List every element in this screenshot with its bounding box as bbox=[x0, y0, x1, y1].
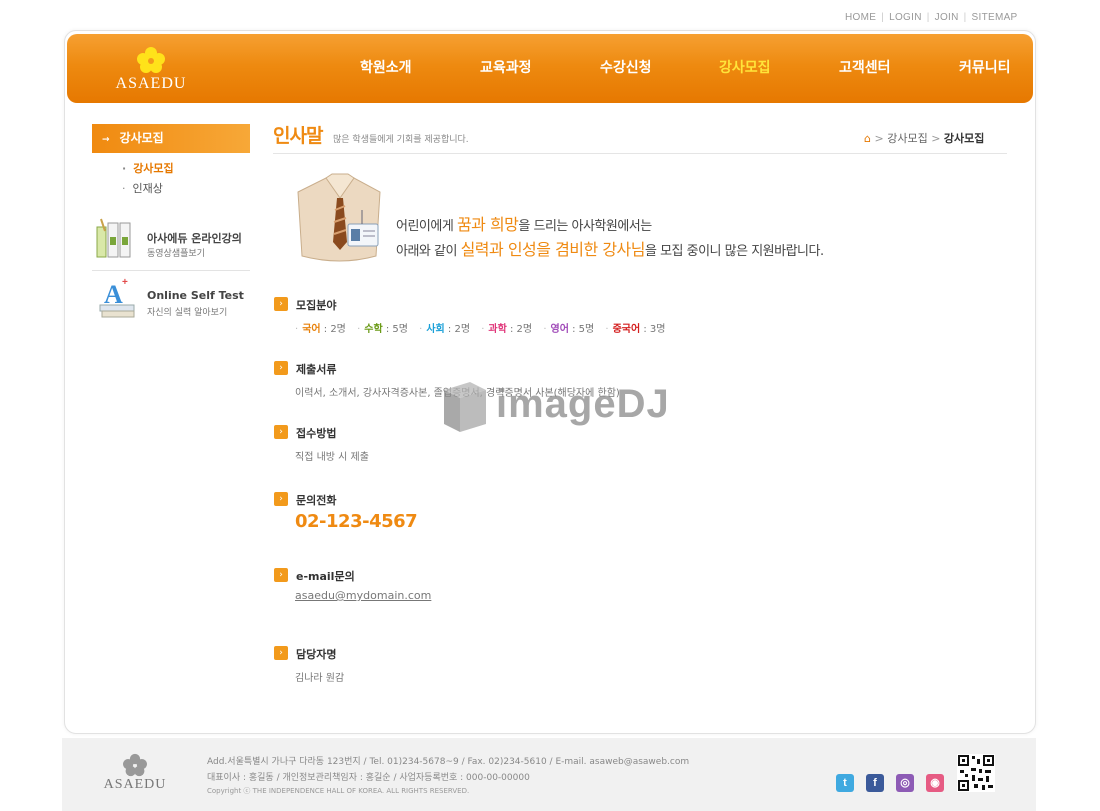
utility-nav: HOME | LOGIN | JOIN | SITEMAP bbox=[845, 12, 1018, 23]
watermark-cube-icon bbox=[444, 382, 486, 432]
section-title-manager: 담당자명 bbox=[296, 648, 337, 661]
books-icon bbox=[96, 218, 131, 258]
arrow-bullet-icon: › bbox=[274, 361, 288, 375]
svg-text:+: + bbox=[122, 277, 128, 288]
contact-email-link[interactable]: asaedu@mydomain.com bbox=[295, 589, 431, 602]
sidebar-item-talent[interactable]: · 인재상 bbox=[122, 180, 163, 196]
footer-company-info: 대표이사 : 홍길동 / 개인정보관리책임자 : 홍길순 / 사업자등록번호 :… bbox=[207, 773, 530, 783]
site-logo[interactable]: ASAEDU bbox=[115, 46, 187, 93]
join-link[interactable]: JOIN bbox=[935, 12, 959, 23]
arrow-bullet-icon: › bbox=[274, 297, 288, 311]
arrow-right-icon: → bbox=[102, 135, 110, 145]
section-body-manager: 김나라 원감 bbox=[295, 673, 345, 684]
footer-logo: ASAEDU bbox=[100, 753, 170, 793]
section-title-docs: 제출서류 bbox=[296, 363, 337, 376]
qr-code-icon[interactable] bbox=[957, 754, 995, 792]
section-title-phone: 문의전화 bbox=[296, 494, 337, 507]
section-title-field: 모집분야 bbox=[296, 299, 337, 312]
contact-phone: 02-123-4567 bbox=[295, 511, 418, 532]
a-plus-icon: A + bbox=[99, 277, 135, 318]
gnb-item-courses[interactable]: 교육과정 bbox=[480, 34, 532, 103]
sidebar-divider bbox=[92, 270, 250, 271]
facebook-icon[interactable]: f bbox=[866, 774, 884, 792]
banner-self-test[interactable]: A + Online Self Test 자신의 실력 알아보기 bbox=[92, 273, 250, 328]
twitter-icon[interactable]: t bbox=[836, 774, 854, 792]
gnb-item-about[interactable]: 학원소개 bbox=[360, 34, 412, 103]
intro-line-2: 아래와 같이 실력과 인성을 겸비한 강사님을 모집 중이니 많은 지원바랍니다… bbox=[396, 240, 824, 259]
section-title-method: 접수방법 bbox=[296, 427, 337, 440]
sidebar-title[interactable]: → 강사모집 bbox=[92, 124, 250, 153]
sidebar-item-recruit[interactable]: · 강사모집 bbox=[122, 160, 174, 176]
home-link[interactable]: HOME bbox=[845, 12, 876, 23]
global-header: ASAEDU 학원소개 교육과정 수강신청 강사모집 고객센터 커뮤니티 bbox=[67, 34, 1033, 103]
footer-copyright: Copyright ⓒ THE INDEPENDENCE HALL OF KOR… bbox=[207, 787, 470, 795]
sitemap-link[interactable]: SITEMAP bbox=[972, 12, 1018, 23]
arrow-bullet-icon: › bbox=[274, 425, 288, 439]
breadcrumb: ⌂ > 강사모집 > 강사모집 bbox=[864, 132, 985, 145]
gnb-item-enroll[interactable]: 수강신청 bbox=[600, 34, 652, 103]
arrow-bullet-icon: › bbox=[274, 646, 288, 660]
svg-text:A: A bbox=[104, 280, 123, 309]
section-title-email: e-mail문의 bbox=[296, 570, 355, 583]
footer-address: Add.서울특별시 가나구 다라동 123번지 / Tel. 01)234-56… bbox=[207, 757, 690, 767]
arrow-bullet-icon: › bbox=[274, 492, 288, 506]
title-divider bbox=[273, 153, 1007, 154]
home-icon[interactable]: ⌂ bbox=[864, 132, 871, 145]
subject-list: · 국어 : 2명 · 수학 : 5명 · 사회 : 2명 · 과학 : 2명 · 영어 … bbox=[295, 324, 666, 335]
banner-online-lecture[interactable]: 아사에듀 온라인강의 동영상샘플보기 bbox=[92, 215, 250, 270]
intro-line-1: 어린이에게 꿈과 희망을 드리는 아사학원에서는 bbox=[396, 215, 652, 234]
blog-icon[interactable]: ◎ bbox=[896, 774, 914, 792]
breadcrumb-current: 강사모집 bbox=[943, 132, 985, 145]
gnb-item-support[interactable]: 고객센터 bbox=[839, 34, 891, 103]
login-link[interactable]: LOGIN bbox=[889, 12, 922, 23]
page-description: 많은 학생들에게 기회를 제공합니다. bbox=[333, 135, 469, 145]
shirt-badge-illustration bbox=[297, 173, 381, 262]
gnb-item-recruit[interactable]: 강사모집 bbox=[719, 34, 771, 103]
breadcrumb-item[interactable]: 강사모집 bbox=[887, 132, 927, 145]
logo-text: ASAEDU bbox=[115, 75, 187, 92]
gnb-item-community[interactable]: 커뮤니티 bbox=[959, 34, 1011, 103]
flower-logo-icon bbox=[137, 47, 165, 73]
me2day-icon[interactable]: ◉ bbox=[926, 774, 944, 792]
section-body-method: 직접 내방 시 제출 bbox=[295, 452, 369, 463]
watermark: imageDJ bbox=[440, 376, 669, 436]
footer-flower-icon bbox=[123, 753, 147, 777]
page-title: 인사말 bbox=[273, 125, 323, 147]
arrow-bullet-icon: › bbox=[274, 568, 288, 582]
